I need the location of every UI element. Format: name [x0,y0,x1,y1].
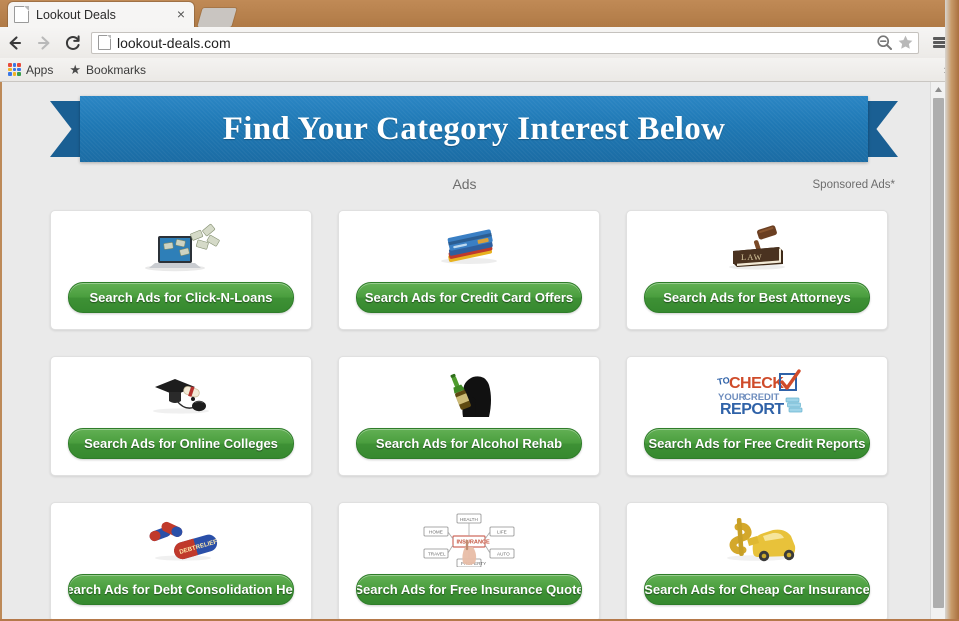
zoom-out-icon[interactable] [876,34,893,51]
svg-text:HEALTH: HEALTH [460,517,478,522]
credit-cards-icon [339,217,599,277]
url-text: lookout-deals.com [117,34,231,51]
page-viewport: Find Your Category Interest Below Ads Sp… [2,82,942,619]
category-card[interactable]: DEBT RELIEF Search Ads for Debt Consolid… [50,502,312,619]
category-card[interactable]: LAW Search Ads for Best Attorneys [626,210,888,330]
window-edge-left [0,82,2,621]
apps-grid-icon [8,63,21,76]
page-icon [98,35,111,50]
category-card[interactable]: TO CHECK YOUR CREDIT REPORT Search Ads f… [626,356,888,476]
card-button-label: Search Ads for Free Insurance Quote [356,582,582,597]
bookmarks-label: Bookmarks [86,62,147,77]
card-button-label: Search Ads for Free Credit Reports [648,436,866,451]
tab-strip: Lookout Deals × [0,0,959,27]
search-ads-button[interactable]: Search Ads for Free Insurance Quote [356,574,582,605]
reload-button[interactable] [58,28,87,57]
apps-label: Apps [26,62,54,77]
category-card[interactable]: Search Ads for Click-N-Loans [50,210,312,330]
svg-text:LIFE: LIFE [497,530,507,535]
category-banner: Find Your Category Interest Below [50,96,898,162]
search-ads-button[interactable]: Search Ads for Debt Consolidation Help [68,574,294,605]
person-bottle-icon [339,363,599,423]
star-icon[interactable] [897,34,914,51]
category-card-grid: Search Ads for Click-N-Loans Search Ads … [50,210,892,619]
card-button-label: Search Ads for Click-N-Loans [89,290,273,305]
banner-title: Find Your Category Interest Below [222,110,726,147]
apps-shortcut[interactable]: Apps [0,60,61,80]
search-ads-button[interactable]: Search Ads for Cheap Car Insurance [644,574,870,605]
card-button-label: Search Ads for Cheap Car Insurance [644,582,870,597]
svg-text:LAW: LAW [741,252,763,262]
card-button-label: Search Ads for Best Attorneys [663,290,851,305]
page-icon [14,6,29,23]
browser-toolbar: lookout-deals.com [0,27,959,59]
search-ads-button[interactable]: Search Ads for Free Credit Reports [644,428,870,459]
graduation-cap-mouse-icon [51,363,311,423]
scrollbar-thumb[interactable] [933,98,944,608]
search-ads-button[interactable]: Search Ads for Alcohol Rehab [356,428,582,459]
card-button-label: Search Ads for Alcohol Rehab [375,436,563,451]
check-credit-report-icon: TO CHECK YOUR CREDIT REPORT [627,363,887,423]
insurance-diagram-icon: HEALTH HOME LIFE TRAVEL AUTO PROPERTY IN… [339,509,599,569]
law-book-gavel-icon: LAW [627,217,887,277]
ribbon-body: Find Your Category Interest Below [80,96,868,162]
search-ads-button[interactable]: Search Ads for Online Colleges [68,428,294,459]
browser-tab[interactable]: Lookout Deals × [8,2,194,27]
bookmarks-bar: Apps ★ Bookmarks » [0,58,959,82]
svg-text:INSURANCE: INSURANCE [457,540,491,546]
window-edge-right [945,0,959,621]
dollar-car-icon [627,509,887,569]
tab-title: Lookout Deals [36,7,116,22]
svg-text:HOME: HOME [429,530,443,535]
back-button[interactable] [0,28,29,57]
card-button-label: Search Ads for Online Colleges [84,436,278,451]
search-ads-button[interactable]: Search Ads for Click-N-Loans [68,282,294,313]
card-button-label: Search Ads for Debt Consolidation Help [68,582,294,597]
star-icon: ★ [69,62,82,77]
card-button-label: Search Ads for Credit Card Offers [364,290,574,305]
new-tab-button[interactable] [197,8,237,27]
bookmarks-folder[interactable]: ★ Bookmarks [61,60,154,80]
category-card[interactable]: HEALTH HOME LIFE TRAVEL AUTO PROPERTY IN… [338,502,600,619]
category-card[interactable]: Search Ads for Online Colleges [50,356,312,476]
category-card[interactable]: Search Ads for Cheap Car Insurance [626,502,888,619]
laptop-money-icon [51,217,311,277]
svg-text:REPORT: REPORT [720,401,784,418]
ads-label: Ads [452,176,477,192]
forward-button[interactable] [29,28,58,57]
page-scrollbar[interactable] [930,82,945,619]
sponsored-ads-label: Sponsored Ads* [812,179,895,191]
debt-relief-pills-icon: DEBT RELIEF [51,509,311,569]
search-ads-button[interactable]: Search Ads for Credit Card Offers [356,282,582,313]
category-card[interactable]: Search Ads for Alcohol Rehab [338,356,600,476]
browser-window: Lookout Deals × lookout-deals.com Apps ★… [0,0,959,621]
address-bar[interactable]: lookout-deals.com [91,31,919,54]
svg-text:AUTO: AUTO [497,552,510,557]
close-icon[interactable]: × [174,7,188,22]
scroll-up-icon[interactable] [931,82,945,96]
svg-text:CHECK: CHECK [729,375,784,392]
search-ads-button[interactable]: Search Ads for Best Attorneys [644,282,870,313]
web-page: Find Your Category Interest Below Ads Sp… [2,82,927,619]
svg-text:TRAVEL: TRAVEL [428,552,446,557]
category-card[interactable]: Search Ads for Credit Card Offers [338,210,600,330]
